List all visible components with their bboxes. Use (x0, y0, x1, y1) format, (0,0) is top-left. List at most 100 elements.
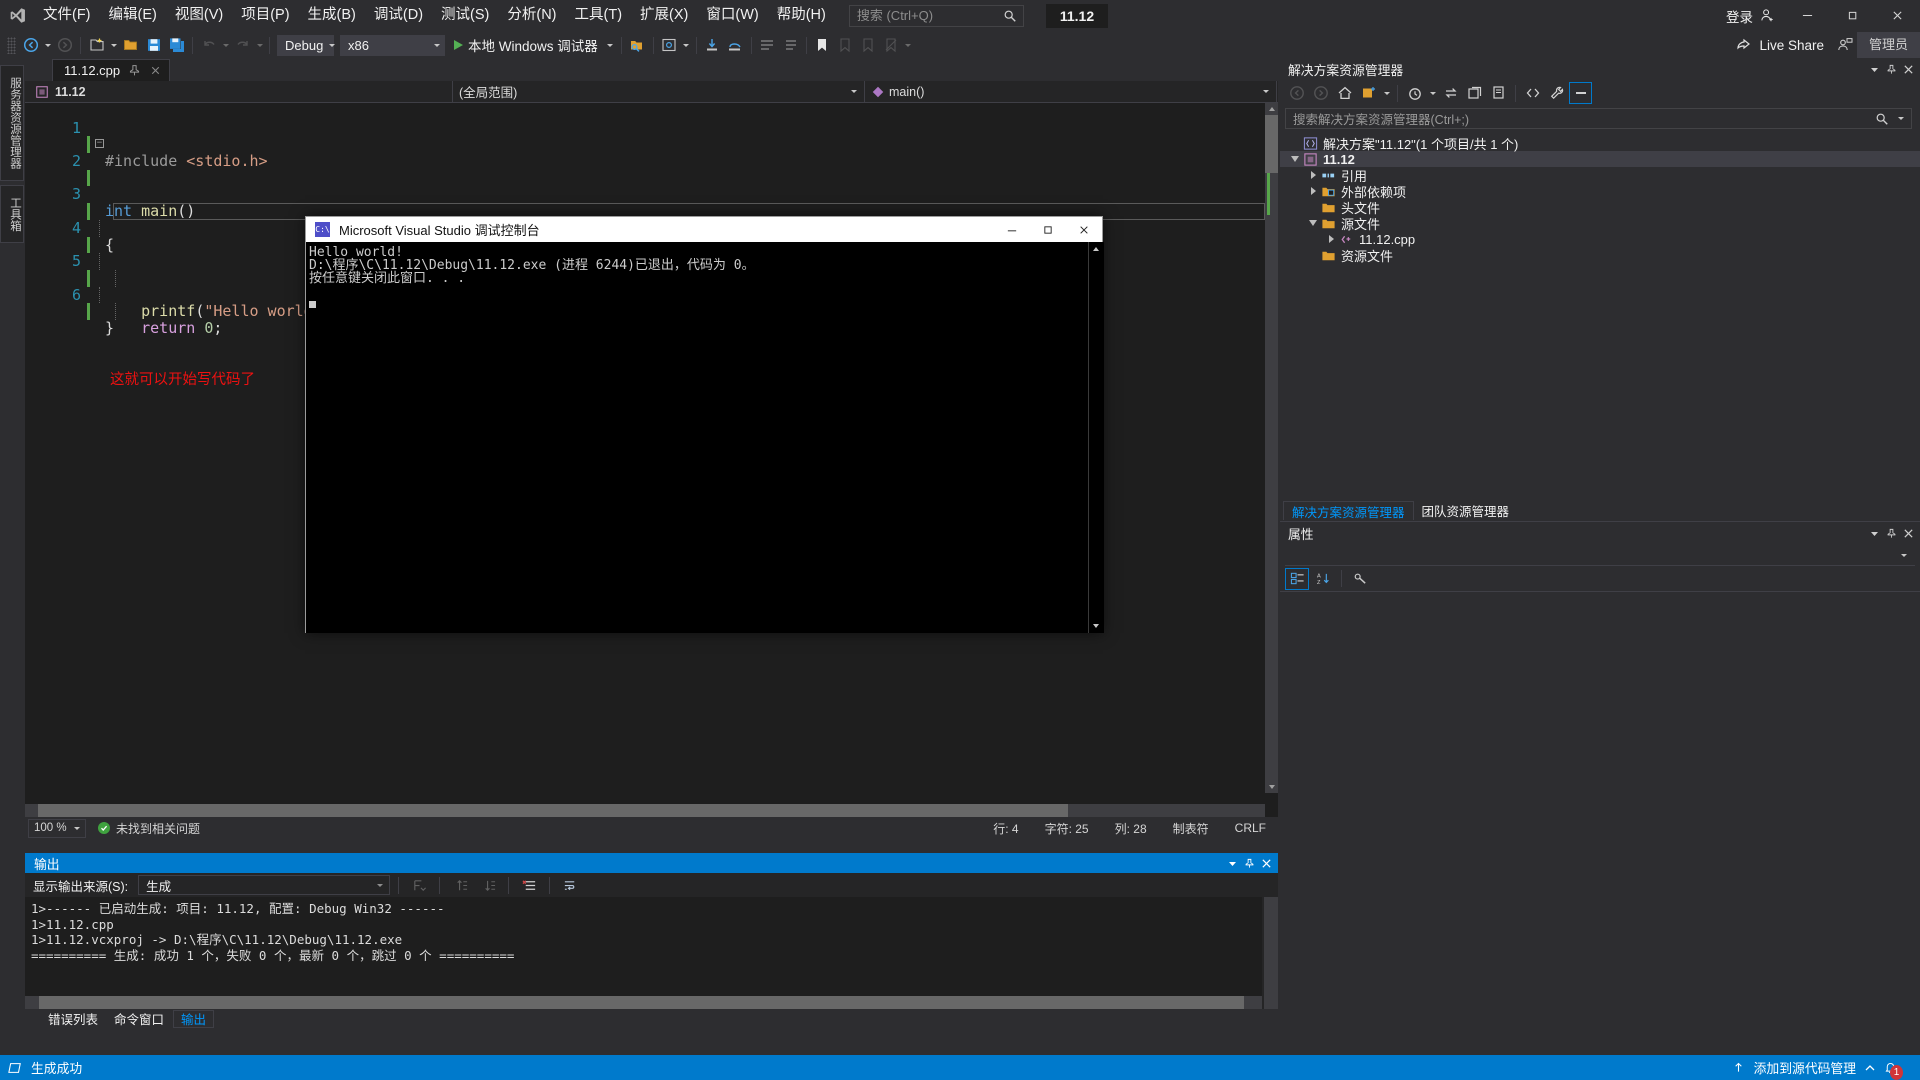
menu-project[interactable]: 项目(P) (232, 0, 298, 31)
twisty-open-icon[interactable] (1306, 220, 1320, 226)
navigate-backward-button[interactable] (19, 34, 42, 57)
menu-test[interactable]: 测试(S) (432, 0, 498, 31)
zoom-level-selector[interactable]: 100 % (28, 818, 86, 838)
redo-button[interactable] (231, 34, 254, 57)
output-pin-button[interactable] (1241, 854, 1258, 873)
vtab-toolbox[interactable]: 工具箱 (0, 185, 24, 243)
new-project-button[interactable] (85, 34, 108, 57)
editor-vertical-scrollbar[interactable] (1265, 103, 1278, 793)
console-maximize-button[interactable] (1030, 217, 1066, 242)
properties-menu-button[interactable] (1866, 524, 1883, 543)
se-settings-wrench-button[interactable] (1545, 82, 1568, 104)
scroll-down-icon[interactable] (1265, 781, 1278, 793)
output-source-combo[interactable]: 生成 (138, 875, 391, 895)
editor-hscrollbar-thumb[interactable] (38, 804, 1068, 817)
menu-extensions[interactable]: 扩展(X) (631, 0, 697, 31)
properties-pin-button[interactable] (1883, 524, 1900, 543)
twisty-closed-icon[interactable] (1324, 235, 1338, 243)
maximize-restore-button[interactable] (1830, 0, 1875, 31)
clear-all-button[interactable] (517, 875, 541, 896)
live-share-button[interactable]: Live Share (1736, 37, 1834, 53)
properties-drag-area[interactable] (1321, 532, 1858, 534)
notifications-button[interactable]: 1 (1884, 1060, 1910, 1080)
se-properties-button[interactable] (1487, 82, 1510, 104)
pin-panel-button[interactable] (1883, 60, 1900, 79)
console-minimize-button[interactable] (994, 217, 1030, 242)
se-show-all-files-button[interactable] (1521, 82, 1544, 104)
vtab-server-explorer[interactable]: 服务器资源管理器 (0, 65, 24, 181)
output-drag-area[interactable] (67, 862, 1216, 864)
tab-team-explorer[interactable]: 团队资源管理器 (1414, 501, 1518, 520)
se-back-button[interactable] (1285, 82, 1308, 104)
se-pending-dropdown-icon[interactable] (1427, 82, 1438, 105)
menu-debug[interactable]: 调试(D) (365, 0, 432, 31)
tree-item-project[interactable]: 11.12 (1280, 151, 1920, 167)
toolbar-grip[interactable] (7, 36, 16, 54)
collapse-region-icon[interactable]: − (95, 139, 104, 149)
menu-file[interactable]: 文件(F) (34, 0, 100, 31)
twisty-closed-icon[interactable] (1306, 187, 1320, 195)
navbar-scope-combo[interactable]: (全局范围) (453, 81, 865, 102)
tree-item-source-files[interactable]: 源文件 (1280, 215, 1920, 232)
se-sync-button[interactable] (1439, 82, 1462, 104)
go-to-message-button[interactable] (407, 875, 431, 896)
previous-bookmark-button[interactable] (834, 34, 857, 57)
next-bookmark-button[interactable] (857, 34, 880, 57)
editor-horizontal-scrollbar[interactable] (25, 804, 1265, 817)
tab-command-window[interactable]: 命令窗口 (107, 1010, 171, 1028)
output-menu-button[interactable] (1224, 854, 1241, 873)
solution-configuration-combo[interactable]: Debug (277, 34, 336, 56)
new-project-dropdown-icon[interactable] (108, 34, 119, 57)
previous-message-button[interactable] (448, 875, 472, 896)
se-home-button[interactable] (1333, 82, 1356, 104)
toolbar-overflow-icon[interactable] (903, 34, 914, 57)
search-input[interactable] (849, 5, 995, 26)
save-button[interactable] (142, 34, 165, 57)
save-all-button[interactable] (165, 34, 188, 57)
panel-menu-button[interactable] (1866, 60, 1883, 79)
menu-build[interactable]: 生成(B) (299, 0, 365, 31)
properties-close-button[interactable] (1900, 524, 1917, 543)
next-message-button[interactable] (476, 875, 500, 896)
source-control-label[interactable]: 添加到源代码管理 (1754, 1058, 1856, 1077)
undo-button[interactable] (197, 34, 220, 57)
close-tab-icon[interactable] (149, 64, 162, 77)
output-close-button[interactable] (1258, 854, 1275, 873)
menu-view[interactable]: 视图(V) (166, 0, 232, 31)
tree-item-solution[interactable]: 解决方案"11.12"(1 个项目/共 1 个) (1280, 135, 1920, 152)
tree-item-resource-files[interactable]: 资源文件 (1280, 247, 1920, 264)
menu-edit[interactable]: 编辑(E) (100, 0, 166, 31)
open-file-button[interactable] (119, 34, 142, 57)
search-icon[interactable] (1875, 112, 1889, 126)
toggle-bookmark-button[interactable] (811, 34, 834, 57)
properties-object-combo[interactable] (1285, 545, 1915, 566)
tab-solution-explorer[interactable]: 解决方案资源管理器 (1283, 501, 1414, 520)
header-drag-area[interactable] (1411, 69, 1858, 70)
editor-scrollbar-thumb[interactable] (1265, 115, 1278, 173)
pin-icon[interactable] (128, 64, 141, 77)
minimize-button[interactable] (1785, 0, 1830, 31)
quick-launch-search[interactable] (848, 4, 1024, 27)
redo-dropdown-icon[interactable] (254, 34, 265, 57)
chevron-down-icon[interactable] (1898, 117, 1904, 120)
sign-in-button[interactable]: 登录 (1726, 6, 1785, 26)
output-vertical-scrollbar[interactable] (1264, 897, 1278, 1009)
se-switch-views-button[interactable] (1357, 82, 1380, 104)
chevron-down-icon[interactable] (606, 43, 613, 47)
alphabetical-view-button[interactable]: AZ (1311, 568, 1335, 590)
start-debugging-button[interactable]: 本地 Windows 调试器 (448, 34, 617, 57)
solution-tree[interactable]: 解决方案"11.12"(1 个项目/共 1 个) 11.12 引用 外部依赖项 (1280, 132, 1920, 264)
tab-error-list[interactable]: 错误列表 (41, 1010, 105, 1028)
se-views-dropdown-icon[interactable] (1381, 82, 1392, 105)
output-horizontal-scrollbar[interactable] (25, 996, 1262, 1009)
navigate-backward-dropdown-icon[interactable] (42, 34, 53, 57)
console-scroll-up-icon[interactable] (1089, 242, 1103, 256)
twisty-open-icon[interactable] (1288, 156, 1302, 162)
se-pending-changes-button[interactable] (1403, 82, 1426, 104)
navbar-member-combo[interactable]: main() (865, 81, 1277, 102)
attach-to-process-button[interactable] (626, 34, 649, 57)
solution-platform-combo[interactable]: x86 (340, 34, 445, 56)
preview-dropdown-icon[interactable] (681, 34, 692, 57)
navigate-forward-button[interactable] (53, 34, 76, 57)
se-preview-selected-button[interactable] (1569, 82, 1592, 104)
